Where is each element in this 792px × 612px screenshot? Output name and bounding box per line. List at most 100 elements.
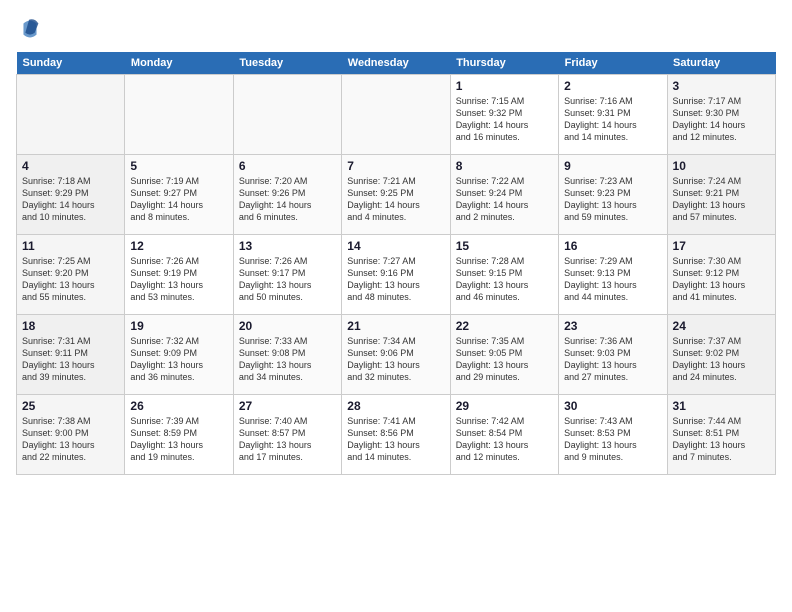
table-row: 6 Sunrise: 7:20 AM Sunset: 9:26 PM Daylig… [233,155,341,235]
table-row: 22 Sunrise: 7:35 AM Sunset: 9:05 PM Dayli… [450,315,558,395]
header-sunday: Sunday [17,52,125,75]
day-number: 21 [347,319,444,333]
table-row [233,75,341,155]
table-row: 15 Sunrise: 7:28 AM Sunset: 9:15 PM Dayli… [450,235,558,315]
table-row [342,75,450,155]
day-info: Sunrise: 7:15 AM Sunset: 9:32 PM Dayligh… [456,95,553,144]
day-info: Sunrise: 7:19 AM Sunset: 9:27 PM Dayligh… [130,175,227,224]
table-row [17,75,125,155]
day-number: 9 [564,159,661,173]
day-info: Sunrise: 7:30 AM Sunset: 9:12 PM Dayligh… [673,255,770,304]
day-info: Sunrise: 7:25 AM Sunset: 9:20 PM Dayligh… [22,255,119,304]
table-row: 4Sunrise: 7:18 AM Sunset: 9:29 PM Daylig… [17,155,125,235]
day-number: 19 [130,319,227,333]
day-number: 25 [22,399,119,413]
day-info: Sunrise: 7:26 AM Sunset: 9:19 PM Dayligh… [130,255,227,304]
day-number: 12 [130,239,227,253]
day-number: 15 [456,239,553,253]
day-info: Sunrise: 7:31 AM Sunset: 9:11 PM Dayligh… [22,335,119,384]
table-row: 11Sunrise: 7:25 AM Sunset: 9:20 PM Dayli… [17,235,125,315]
day-info: Sunrise: 7:16 AM Sunset: 9:31 PM Dayligh… [564,95,661,144]
header-saturday: Saturday [667,52,775,75]
table-row: 1Sunrise: 7:15 AM Sunset: 9:32 PM Daylig… [450,75,558,155]
day-number: 13 [239,239,336,253]
table-row: 27 Sunrise: 7:40 AM Sunset: 8:57 PM Dayli… [233,395,341,475]
table-row: 9 Sunrise: 7:23 AM Sunset: 9:23 PM Daylig… [559,155,667,235]
day-number: 16 [564,239,661,253]
table-row: 26 Sunrise: 7:39 AM Sunset: 8:59 PM Dayli… [125,395,233,475]
day-number: 6 [239,159,336,173]
day-info: Sunrise: 7:37 AM Sunset: 9:02 PM Dayligh… [673,335,770,384]
day-number: 5 [130,159,227,173]
table-row: 17 Sunrise: 7:30 AM Sunset: 9:12 PM Dayli… [667,235,775,315]
table-row: 25 Sunrise: 7:38 AM Sunset: 9:00 PM Dayli… [17,395,125,475]
day-info: Sunrise: 7:26 AM Sunset: 9:17 PM Dayligh… [239,255,336,304]
day-number: 31 [673,399,770,413]
day-info: Sunrise: 7:39 AM Sunset: 8:59 PM Dayligh… [130,415,227,464]
page-header [16,16,776,44]
day-info: Sunrise: 7:42 AM Sunset: 8:54 PM Dayligh… [456,415,553,464]
day-number: 17 [673,239,770,253]
table-row: 16 Sunrise: 7:29 AM Sunset: 9:13 PM Dayli… [559,235,667,315]
week-row-3: 11Sunrise: 7:25 AM Sunset: 9:20 PM Dayli… [17,235,776,315]
table-row: 19 Sunrise: 7:32 AM Sunset: 9:09 PM Dayli… [125,315,233,395]
week-row-4: 18Sunrise: 7:31 AM Sunset: 9:11 PM Dayli… [17,315,776,395]
header-friday: Friday [559,52,667,75]
day-number: 4 [22,159,119,173]
day-number: 26 [130,399,227,413]
calendar-table: SundayMondayTuesdayWednesdayThursdayFrid… [16,52,776,475]
day-info: Sunrise: 7:40 AM Sunset: 8:57 PM Dayligh… [239,415,336,464]
day-number: 29 [456,399,553,413]
week-row-1: 1Sunrise: 7:15 AM Sunset: 9:32 PM Daylig… [17,75,776,155]
table-row: 23 Sunrise: 7:36 AM Sunset: 9:03 PM Dayli… [559,315,667,395]
table-row: 7Sunrise: 7:21 AM Sunset: 9:25 PM Daylig… [342,155,450,235]
day-number: 23 [564,319,661,333]
day-info: Sunrise: 7:36 AM Sunset: 9:03 PM Dayligh… [564,335,661,384]
day-number: 30 [564,399,661,413]
table-row: 2 Sunrise: 7:16 AM Sunset: 9:31 PM Daylig… [559,75,667,155]
day-info: Sunrise: 7:44 AM Sunset: 8:51 PM Dayligh… [673,415,770,464]
day-number: 8 [456,159,553,173]
day-number: 10 [673,159,770,173]
day-info: Sunrise: 7:41 AM Sunset: 8:56 PM Dayligh… [347,415,444,464]
day-number: 22 [456,319,553,333]
day-info: Sunrise: 7:20 AM Sunset: 9:26 PM Dayligh… [239,175,336,224]
day-number: 3 [673,79,770,93]
day-number: 14 [347,239,444,253]
header-thursday: Thursday [450,52,558,75]
day-info: Sunrise: 7:43 AM Sunset: 8:53 PM Dayligh… [564,415,661,464]
day-info: Sunrise: 7:29 AM Sunset: 9:13 PM Dayligh… [564,255,661,304]
table-row: 30 Sunrise: 7:43 AM Sunset: 8:53 PM Dayli… [559,395,667,475]
day-number: 2 [564,79,661,93]
day-info: Sunrise: 7:35 AM Sunset: 9:05 PM Dayligh… [456,335,553,384]
table-row: 21 Sunrise: 7:34 AM Sunset: 9:06 PM Dayli… [342,315,450,395]
table-row: 13 Sunrise: 7:26 AM Sunset: 9:17 PM Dayli… [233,235,341,315]
table-row: 20 Sunrise: 7:33 AM Sunset: 9:08 PM Dayli… [233,315,341,395]
header-monday: Monday [125,52,233,75]
table-row: 14 Sunrise: 7:27 AM Sunset: 9:16 PM Dayli… [342,235,450,315]
header-wednesday: Wednesday [342,52,450,75]
table-row [125,75,233,155]
day-info: Sunrise: 7:32 AM Sunset: 9:09 PM Dayligh… [130,335,227,384]
logo-icon [16,16,44,44]
weekday-header-row: SundayMondayTuesdayWednesdayThursdayFrid… [17,52,776,75]
header-tuesday: Tuesday [233,52,341,75]
table-row: 8Sunrise: 7:22 AM Sunset: 9:24 PM Daylig… [450,155,558,235]
day-info: Sunrise: 7:33 AM Sunset: 9:08 PM Dayligh… [239,335,336,384]
day-info: Sunrise: 7:24 AM Sunset: 9:21 PM Dayligh… [673,175,770,224]
table-row: 5 Sunrise: 7:19 AM Sunset: 9:27 PM Daylig… [125,155,233,235]
day-info: Sunrise: 7:34 AM Sunset: 9:06 PM Dayligh… [347,335,444,384]
logo [16,16,48,44]
table-row: 18Sunrise: 7:31 AM Sunset: 9:11 PM Dayli… [17,315,125,395]
table-row: 31 Sunrise: 7:44 AM Sunset: 8:51 PM Dayli… [667,395,775,475]
day-number: 20 [239,319,336,333]
day-info: Sunrise: 7:17 AM Sunset: 9:30 PM Dayligh… [673,95,770,144]
day-info: Sunrise: 7:23 AM Sunset: 9:23 PM Dayligh… [564,175,661,224]
day-number: 24 [673,319,770,333]
day-info: Sunrise: 7:27 AM Sunset: 9:16 PM Dayligh… [347,255,444,304]
day-info: Sunrise: 7:38 AM Sunset: 9:00 PM Dayligh… [22,415,119,464]
day-info: Sunrise: 7:28 AM Sunset: 9:15 PM Dayligh… [456,255,553,304]
table-row: 3 Sunrise: 7:17 AM Sunset: 9:30 PM Daylig… [667,75,775,155]
day-info: Sunrise: 7:21 AM Sunset: 9:25 PM Dayligh… [347,175,444,224]
day-number: 27 [239,399,336,413]
